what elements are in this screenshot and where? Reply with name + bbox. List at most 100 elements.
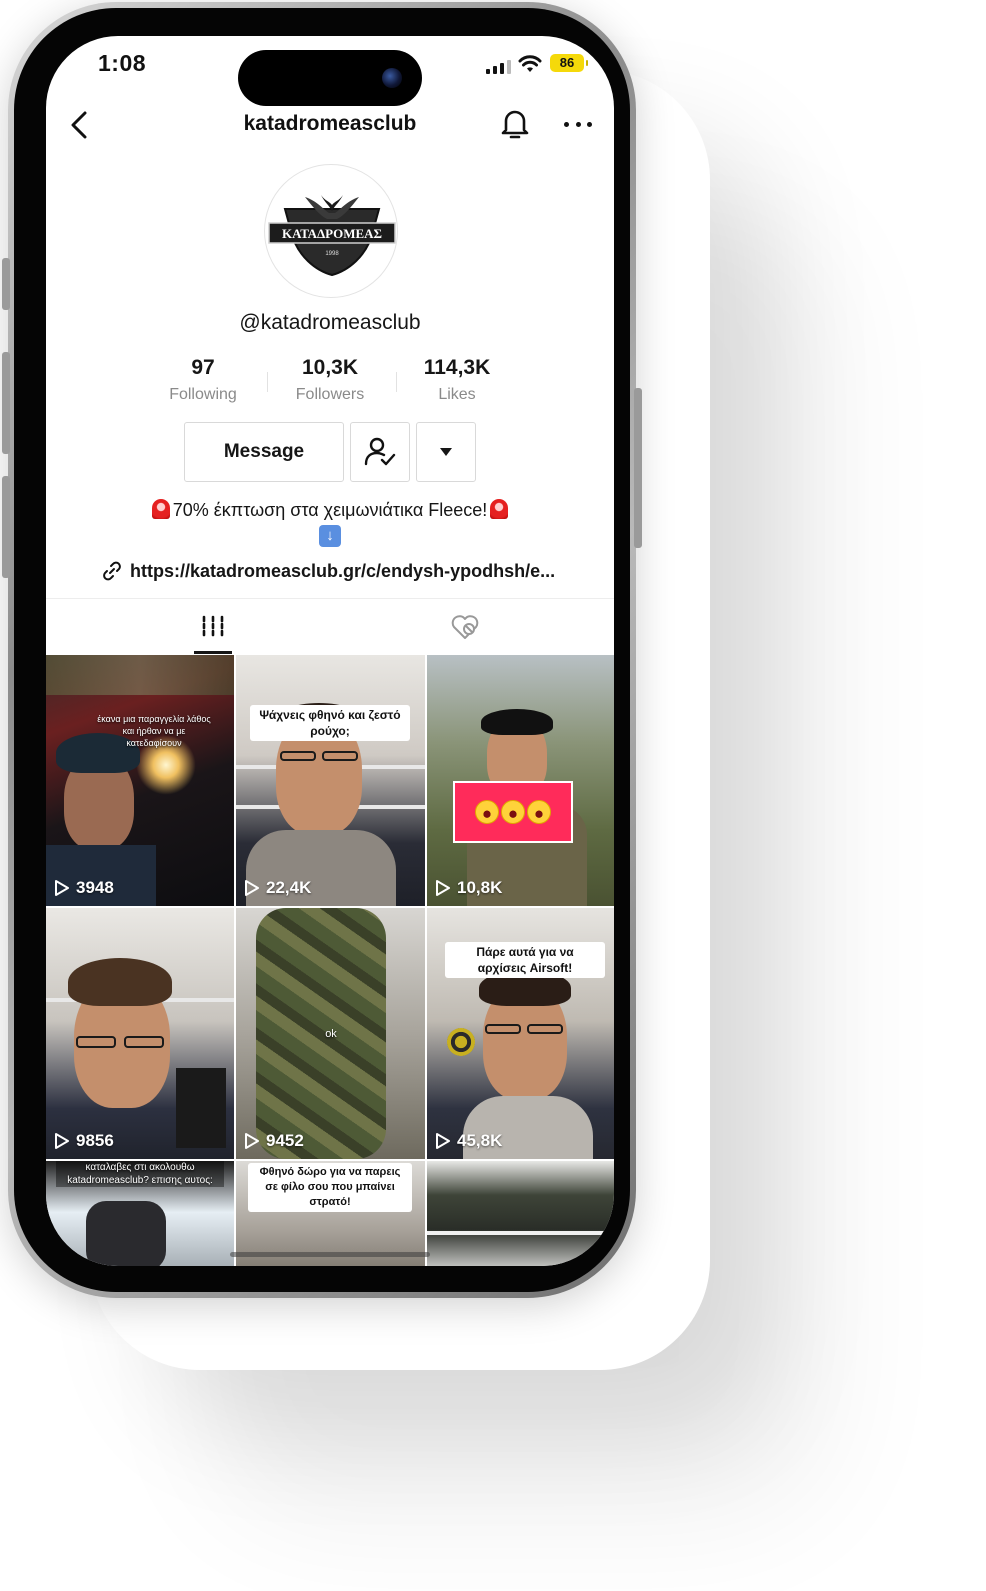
hair: [68, 958, 172, 1006]
drone: [86, 1201, 166, 1266]
video-caption: Ψάχνεις φθηνό και ζεστό ρούχο;: [250, 705, 410, 741]
profile-header: katadromeasclub: [46, 102, 614, 146]
video-caption: έκανα μια παραγγελία λάθος και ήρθαν να …: [97, 714, 211, 748]
siren-emoji-icon: [151, 499, 170, 519]
laughing-emoji-icon: [501, 800, 525, 824]
stat-value: 114,3K: [423, 356, 491, 379]
dartboard: [447, 1028, 475, 1056]
club-logo: ΚΑΤΑΔΡΟΜΕΑΣ 1998: [268, 195, 396, 277]
video-thumbnail[interactable]: 10,8K: [427, 655, 614, 906]
video-thumbnail[interactable]: Πάρε αυτά για να αρχίσεις Airsoft! 45,8K: [427, 908, 614, 1159]
video-thumbnail[interactable]: καταλαβες στι ακολουθω katadromeasclub? …: [46, 1161, 234, 1266]
videos-grid-icon: [202, 615, 224, 639]
logo-year: 1998: [325, 251, 339, 257]
jacket-held: [176, 1068, 226, 1148]
more-dot-icon: [575, 121, 581, 127]
glasses: [485, 1024, 521, 1034]
notifications-button[interactable]: [498, 106, 532, 142]
video-thumbnail[interactable]: [427, 1161, 614, 1266]
message-button[interactable]: Message: [184, 422, 344, 482]
view-count: 9452: [244, 1131, 304, 1151]
suggested-accounts-button[interactable]: [416, 422, 476, 482]
glasses: [322, 751, 358, 761]
play-icon: [245, 1133, 259, 1149]
video-thumbnail[interactable]: Ψάχνεις φθηνό και ζεστό ρούχο; 22,4K: [236, 655, 425, 906]
view-count-text: 45,8K: [457, 1131, 503, 1150]
liked-hidden-icon: [451, 615, 479, 639]
bio-link[interactable]: https://katadromeasclub.gr/c/endysh-ypod…: [102, 558, 572, 584]
more-options-button[interactable]: [560, 114, 596, 134]
video-caption: ok: [325, 1028, 337, 1040]
camo-ceiling: [46, 655, 234, 695]
glasses: [76, 1036, 116, 1048]
following-button[interactable]: [350, 422, 410, 482]
video-thumbnail[interactable]: ok 9452: [236, 908, 425, 1159]
volume-up-button: [2, 352, 10, 454]
glasses: [124, 1036, 164, 1048]
more-dot-icon: [564, 121, 569, 127]
battery-icon: 86: [550, 54, 588, 72]
user-check-icon: [364, 437, 396, 466]
view-count-text: 22,4K: [266, 878, 312, 897]
view-count: 3948: [54, 878, 114, 898]
camera-icon: [382, 68, 402, 88]
sticker-box: [453, 781, 573, 843]
glasses: [280, 751, 316, 761]
bio-link-text: https://katadromeasclub.gr/c/endysh-ypod…: [130, 560, 556, 581]
phone-screen: 1:08 86 katadromeasclub ΚΑΤΑΔΡΟΜΕΑΣ 1998…: [46, 36, 614, 1266]
bell-icon: [501, 110, 529, 139]
view-count: 45,8K: [435, 1131, 502, 1151]
play-icon: [245, 880, 259, 896]
stat-followers[interactable]: 10,3K Followers: [270, 356, 390, 404]
tab-active-indicator: [194, 651, 232, 654]
wifi-icon: [518, 55, 542, 72]
profile-stats: 97 Following 10,3K Followers 114,3K Like…: [46, 356, 614, 412]
video-caption: Πάρε αυτά για να αρχίσεις Airsoft!: [445, 942, 605, 978]
dynamic-island: [238, 50, 422, 106]
video-thumbnail[interactable]: Φθηνό δώρο για να παρεις σε φίλο σου που…: [236, 1161, 425, 1266]
more-dot-icon: [587, 121, 592, 127]
cap: [481, 709, 553, 735]
stat-following[interactable]: 97 Following: [143, 356, 263, 404]
play-icon: [55, 880, 69, 896]
stat-value: 10,3K: [301, 356, 359, 379]
bio-text: 70% έκπτωση στα χειμωνιάτικα Fleece!: [172, 500, 488, 520]
down-arrow-emoji-icon: ↓: [319, 525, 341, 547]
laughing-emoji-icon: [475, 800, 499, 824]
view-count: 10,8K: [435, 878, 502, 898]
video-caption: Φθηνό δώρο για να παρεις σε φίλο σου που…: [248, 1163, 412, 1212]
video-thumbnail[interactable]: 9856: [46, 908, 234, 1159]
link-icon: [103, 561, 121, 581]
power-button: [634, 388, 642, 548]
glasses: [527, 1024, 563, 1034]
laughing-emoji-icon: [527, 800, 551, 824]
video-caption: καταλαβες στι ακολουθω katadromeasclub? …: [56, 1161, 224, 1187]
profile-bio: 70% έκπτωση στα χειμωνιάτικα Fleece! ↓: [46, 498, 614, 547]
home-indicator[interactable]: [230, 1252, 430, 1257]
avatar[interactable]: ΚΑΤΑΔΡΟΜΕΑΣ 1998: [264, 164, 398, 298]
profile-handle: @katadromeasclub: [239, 311, 421, 334]
stat-label: Likes: [438, 386, 476, 403]
video-grid: έκανα μια παραγγελία λάθος και ήρθαν να …: [46, 655, 614, 1266]
profile-tabs: [46, 598, 614, 654]
view-count-text: 10,8K: [457, 878, 503, 897]
tab-videos[interactable]: [194, 599, 232, 655]
stat-likes[interactable]: 114,3K Likes: [397, 356, 517, 404]
stat-label: Following: [169, 386, 237, 403]
play-icon: [436, 1133, 450, 1149]
view-count: 9856: [54, 1131, 114, 1151]
tab-liked[interactable]: [446, 599, 484, 655]
view-count: 22,4K: [244, 878, 311, 898]
mute-switch: [2, 258, 10, 310]
view-count-text: 3948: [76, 878, 114, 897]
cellular-signal-icon: [486, 60, 511, 74]
status-time: 1:08: [98, 50, 147, 76]
phone-frame: 1:08 86 katadromeasclub ΚΑΤΑΔΡΟΜΕΑΣ 1998…: [2, 2, 642, 1298]
video-thumbnail[interactable]: έκανα μια παραγγελία λάθος και ήρθαν να …: [46, 655, 234, 906]
logo-text: ΚΑΤΑΔΡΟΜΕΑΣ: [282, 226, 382, 241]
status-bar: 1:08 86: [46, 36, 614, 106]
siren-emoji-icon: [490, 499, 509, 519]
view-count-text: 9452: [266, 1131, 304, 1150]
stat-value: 97: [191, 356, 215, 379]
view-count-text: 9856: [76, 1131, 114, 1150]
